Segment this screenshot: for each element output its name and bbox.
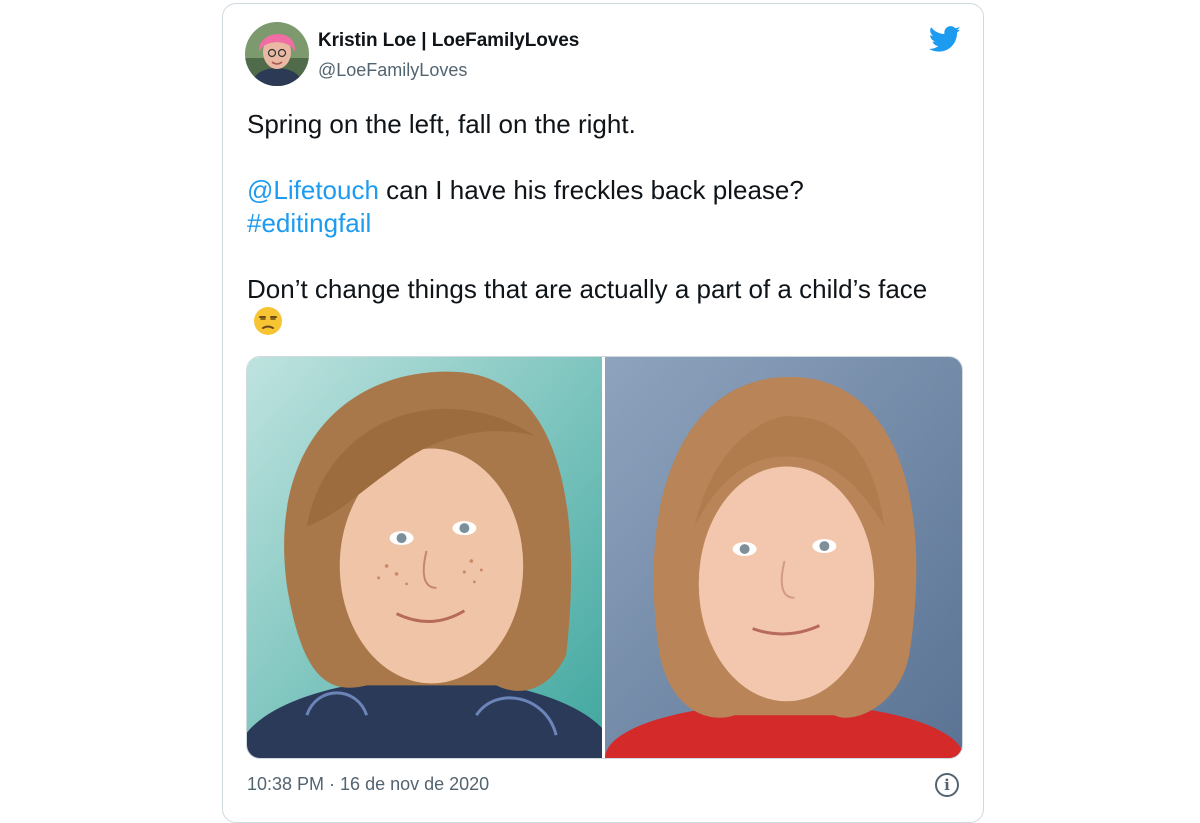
- tweet-line-2-text: can I have his freckles back please?: [378, 175, 804, 205]
- unamused-face-emoji: [253, 306, 283, 336]
- tweet-line-2b: #editingfail: [247, 207, 947, 240]
- tweet-text: Spring on the left, fall on the right. @…: [247, 108, 947, 339]
- photo-spring[interactable]: [247, 357, 602, 758]
- photo-fall[interactable]: [605, 357, 962, 758]
- tweet-line-1: Spring on the left, fall on the right.: [247, 109, 636, 139]
- author-handle[interactable]: @LoeFamilyLoves: [318, 60, 467, 81]
- mention-link[interactable]: @Lifetouch: [247, 175, 379, 205]
- tweet-line-3-text: Don’t change things that are actually a …: [247, 274, 928, 304]
- tweet-card[interactable]: Kristin Loe | LoeFamilyLoves @LoeFamilyL…: [222, 3, 984, 823]
- tweet-line-2: @Lifetouch can I have his freckles back …: [247, 174, 947, 207]
- tweet-media[interactable]: [246, 356, 963, 759]
- tweet-line-3: Don’t change things that are actually a …: [247, 273, 947, 339]
- tweet-timestamp[interactable]: 10:38 PM · 16 de nov de 2020: [247, 774, 489, 795]
- avatar[interactable]: [245, 22, 309, 86]
- hashtag-link[interactable]: #editingfail: [247, 208, 371, 238]
- info-icon[interactable]: i: [935, 773, 959, 797]
- author-name[interactable]: Kristin Loe | LoeFamilyLoves: [318, 30, 579, 52]
- twitter-bird-icon[interactable]: [928, 26, 961, 53]
